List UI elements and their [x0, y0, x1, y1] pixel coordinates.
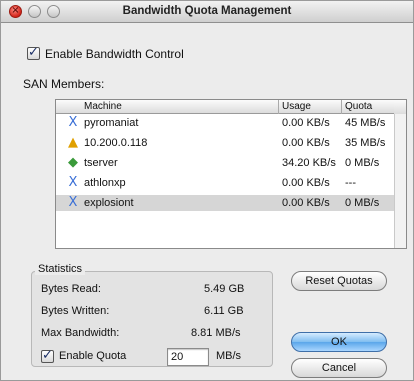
title-bar: × Bandwidth Quota Management	[1, 1, 413, 23]
usage-cell: 0.00 KB/s	[282, 137, 330, 149]
usage-cell: 34.20 KB/s	[282, 157, 336, 169]
machine-cell: athlonxp	[84, 177, 126, 189]
table-header: Machine Usage Quota	[56, 100, 406, 114]
quota-cell: 0 MB/s	[345, 197, 380, 209]
bytes-written-label: Bytes Written:	[41, 305, 110, 317]
vertical-scrollbar[interactable]	[394, 114, 406, 248]
cancel-button[interactable]: Cancel	[291, 358, 387, 378]
window-title: Bandwidth Quota Management	[122, 5, 292, 17]
table-row[interactable]: Xpyromaniat 0.00 KB/s 45 MB/s	[56, 115, 406, 131]
bytes-read-value: 5.49 GB	[204, 283, 245, 295]
table-row[interactable]: Xexplosiont 0.00 KB/s 0 MB/s	[56, 195, 406, 211]
quota-cell: 0 MB/s	[345, 157, 380, 169]
table-row[interactable]: Xathlonxp 0.00 KB/s ---	[56, 175, 406, 191]
max-bandwidth-label: Max Bandwidth:	[41, 327, 120, 339]
san-members-label: SAN Members:	[23, 77, 105, 91]
usage-cell: 0.00 KB/s	[282, 177, 330, 189]
enable-bandwidth-checkbox[interactable]: ✓	[27, 45, 40, 60]
machine-cell: pyromaniat	[84, 117, 139, 129]
quota-input[interactable]: 20	[167, 348, 209, 366]
checkmark-icon: ✓	[42, 348, 53, 363]
enable-quota-checkbox[interactable]: ✓	[41, 348, 54, 363]
x-icon: X	[68, 195, 78, 210]
bandwidth-quota-window: × Bandwidth Quota Management ✓ Enable Ba…	[0, 0, 414, 381]
machine-cell: 10.200.0.118	[84, 137, 148, 149]
quota-cell: 45 MB/s	[345, 117, 386, 129]
statistics-title: Statistics	[35, 263, 86, 275]
server-app-icon: ◆	[68, 155, 78, 170]
usage-cell: 0.00 KB/s	[282, 197, 330, 209]
reset-quotas-button[interactable]: Reset Quotas	[291, 271, 387, 291]
table-row[interactable]: ◆ tserver 34.20 KB/s 0 MB/s	[56, 155, 406, 171]
max-bandwidth-value: 8.81 MB/s	[191, 327, 241, 339]
ok-button[interactable]: OK	[291, 332, 387, 352]
x-icon: X	[68, 175, 78, 190]
header-corner	[394, 100, 406, 114]
bytes-written-value: 6.11 GB	[204, 305, 244, 317]
quota-cell: ---	[345, 177, 356, 189]
warning-icon: ▲	[68, 135, 78, 150]
quota-unit-label: MB/s	[216, 350, 242, 362]
column-header-quota[interactable]: Quota	[345, 101, 372, 112]
checkmark-icon: ✓	[28, 45, 39, 60]
machine-cell: tserver	[84, 157, 118, 169]
enable-quota-label: Enable Quota	[59, 350, 127, 362]
machine-cell: explosiont	[84, 197, 134, 209]
bytes-read-label: Bytes Read:	[41, 283, 101, 295]
quota-cell: 35 MB/s	[345, 137, 386, 149]
column-header-usage[interactable]: Usage	[282, 101, 311, 112]
enable-bandwidth-label: Enable Bandwidth Control	[45, 47, 184, 61]
x-icon: X	[68, 115, 78, 130]
usage-cell: 0.00 KB/s	[282, 117, 330, 129]
table-row[interactable]: ▲ 10.200.0.118 0.00 KB/s 35 MB/s	[56, 135, 406, 151]
column-header-machine[interactable]: Machine	[84, 101, 122, 112]
san-members-table: Machine Usage Quota Xpyromaniat 0.00 KB/s…	[55, 99, 407, 249]
